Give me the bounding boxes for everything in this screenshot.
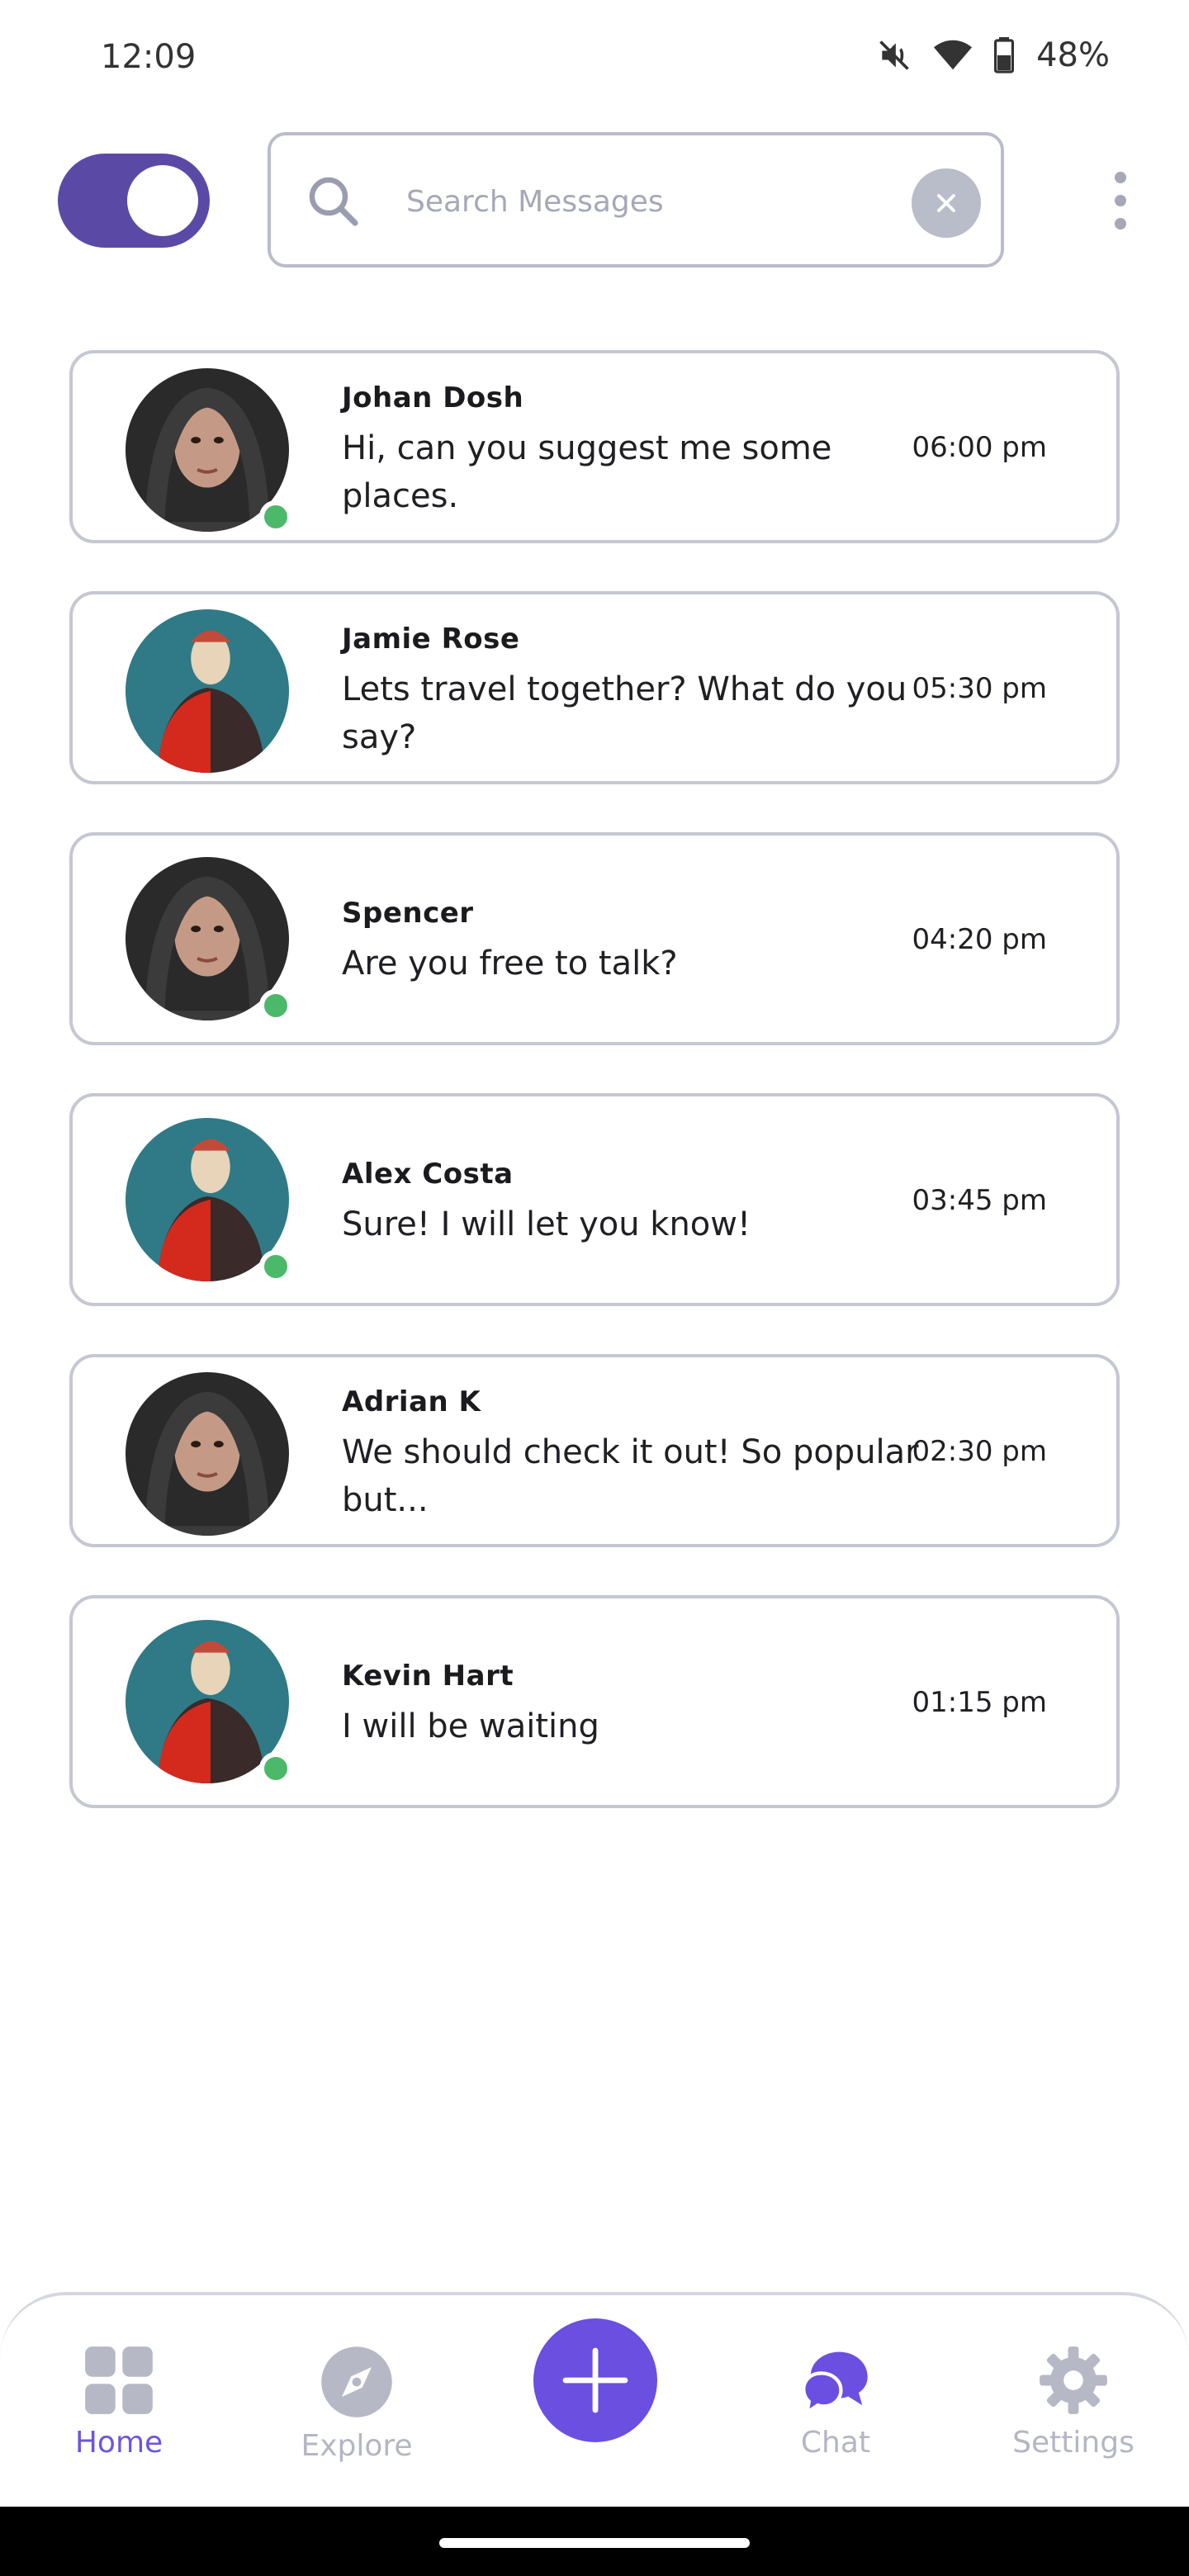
gear-icon <box>1040 2346 1107 2414</box>
chat-text: Spencer Are you free to talk? <box>342 897 920 987</box>
toggle-knob <box>127 165 198 236</box>
chat-bubble-icon <box>802 2351 868 2416</box>
search-icon <box>309 177 358 226</box>
message-preview: We should check it out! So popular but..… <box>342 1433 919 1519</box>
online-indicator <box>259 1250 292 1283</box>
message-preview: Lets travel together? What do you say? <box>342 670 907 756</box>
add-button[interactable] <box>533 2318 657 2442</box>
message-time: 01:15 pm <box>912 1686 1048 1719</box>
chat-item[interactable]: Jamie Rose Lets travel together? What do… <box>69 591 1120 784</box>
online-indicator <box>259 989 292 1022</box>
contact-name: Spencer <box>342 897 474 930</box>
avatar <box>126 1372 289 1546</box>
message-preview: Sure! I will let you know! <box>342 1205 751 1243</box>
contact-name: Alex Costa <box>342 1158 514 1191</box>
theme-toggle[interactable] <box>58 154 210 248</box>
online-indicator <box>259 1752 292 1785</box>
chat-item[interactable]: Adrian K We should check it out! So popu… <box>69 1354 1120 1547</box>
message-preview: I will be waiting <box>342 1707 599 1745</box>
more-options-button[interactable] <box>1108 172 1133 230</box>
nav-label: Home <box>74 2426 163 2460</box>
chat-item[interactable]: Spencer Are you free to talk? 04:20 pm <box>69 832 1120 1045</box>
chat-text: Adrian K We should check it out! So popu… <box>342 1385 920 1524</box>
grid-icon <box>85 2346 153 2414</box>
online-indicator <box>259 500 292 533</box>
nav-item-settings[interactable]: Settings <box>991 2345 1156 2460</box>
chat-item[interactable]: Johan Dosh Hi, can you suggest me some p… <box>69 350 1120 543</box>
chat-item[interactable]: Kevin Hart I will be waiting 01:15 pm <box>69 1595 1120 1808</box>
message-time: 05:30 pm <box>912 672 1048 705</box>
avatar <box>126 368 292 542</box>
kebab-dot <box>1115 172 1126 183</box>
chat-text: Alex Costa Sure! I will let you know! <box>342 1158 920 1248</box>
mute-icon <box>879 40 909 70</box>
chat-text: Kevin Hart I will be waiting <box>342 1660 920 1750</box>
nav-item-chat[interactable]: Chat <box>753 2345 918 2460</box>
avatar <box>126 1118 292 1283</box>
search-input[interactable] <box>406 168 869 234</box>
message-time: 03:45 pm <box>912 1184 1048 1217</box>
message-time: 04:20 pm <box>912 923 1048 956</box>
avatar-image <box>126 1372 289 1546</box>
avatar <box>126 609 289 773</box>
chat-text: Johan Dosh Hi, can you suggest me some p… <box>342 381 920 520</box>
bottom-nav: Home Explore Chat Settings <box>0 2292 1189 2507</box>
wifi-icon <box>934 40 973 70</box>
battery-icon <box>994 37 1015 73</box>
battery-percent: 48% <box>1036 36 1110 74</box>
plus-icon <box>562 2347 628 2413</box>
avatar <box>126 1620 292 1785</box>
contact-name: Johan Dosh <box>342 381 524 414</box>
compass-icon <box>321 2346 392 2417</box>
avatar-image <box>126 609 289 773</box>
status-bar: 12:09 48% <box>0 0 1189 116</box>
status-time: 12:09 <box>101 38 197 76</box>
chat-item[interactable]: Alex Costa Sure! I will let you know! 03… <box>69 1093 1120 1306</box>
status-icons: 48% <box>876 36 1110 74</box>
message-preview: Hi, can you suggest me some places. <box>342 429 832 515</box>
avatar <box>126 857 292 1030</box>
message-time: 02:30 pm <box>912 1435 1048 1468</box>
contact-name: Jamie Rose <box>342 623 520 656</box>
message-time: 06:00 pm <box>912 431 1048 464</box>
nav-item-home[interactable]: Home <box>36 2345 201 2460</box>
system-gesture-bar <box>0 2507 1189 2576</box>
nav-label: Settings <box>1012 2426 1135 2460</box>
home-gesture-handle[interactable] <box>439 2538 750 2548</box>
contact-name: Kevin Hart <box>342 1660 514 1693</box>
kebab-dot <box>1115 218 1126 230</box>
nav-label: Chat <box>800 2426 871 2460</box>
nav-item-explore[interactable]: Explore <box>274 2345 439 2463</box>
message-preview: Are you free to talk? <box>342 945 678 983</box>
contact-name: Adrian K <box>342 1385 481 1418</box>
search-box <box>268 132 1004 268</box>
nav-label: Explore <box>301 2429 413 2463</box>
close-icon <box>937 194 955 212</box>
clear-search-button[interactable] <box>912 168 981 238</box>
kebab-dot <box>1115 195 1126 206</box>
chat-text: Jamie Rose Lets travel together? What do… <box>342 623 920 761</box>
